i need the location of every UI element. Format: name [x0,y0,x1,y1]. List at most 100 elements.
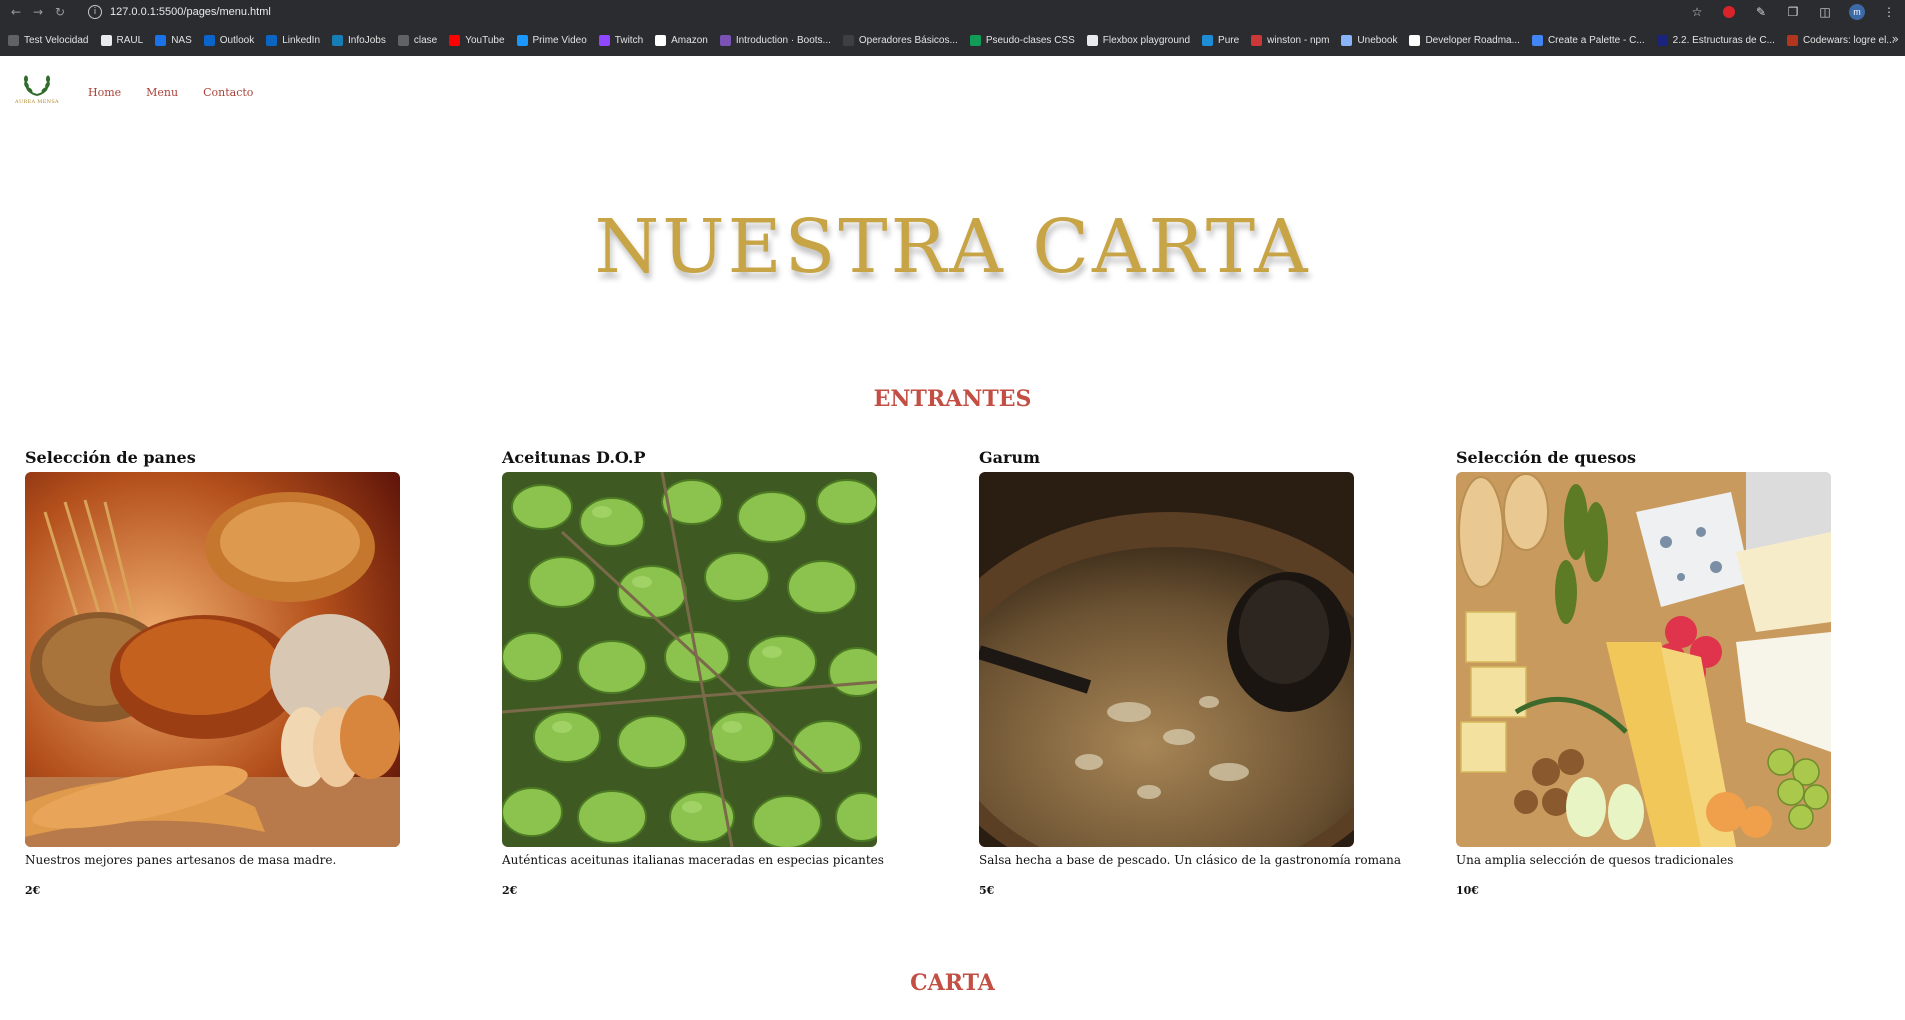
bookmark-label: Amazon [671,34,708,46]
nav-link-contacto[interactable]: Contacto [203,86,253,99]
bookmark-item[interactable]: Pure [1202,34,1240,46]
infojobs-icon [332,34,344,46]
bookmark-item[interactable]: clase [397,34,438,46]
bookmark-item[interactable]: Create a Palette - C... [1531,34,1645,46]
menu-item-card: Selección de quesos Una amplia selección… [1456,448,1856,897]
menu-item-price: 5€ [979,884,995,897]
operators-icon [842,34,854,46]
section-title-carta: CARTA [910,970,995,996]
bookmark-item[interactable]: Pseudo-clases CSS [969,34,1075,46]
bookmark-label: Introduction · Boots... [735,34,831,46]
olives-photo [502,472,877,847]
bookmark-label: Prime Video [532,34,587,46]
back-arrow-icon[interactable]: ← [6,2,26,22]
site-info-icon[interactable]: i [88,5,102,19]
more-menu-icon[interactable]: ⋮ [1881,4,1897,20]
bookmark-item[interactable]: YouTube [449,34,505,46]
bookmark-item[interactable]: Amazon [655,34,708,46]
bookmark-label: YouTube [465,34,505,46]
menu-item-title: Aceitunas D.O.P [502,448,646,467]
npm-icon [1251,34,1263,46]
bookmark-label: winston - npm [1267,34,1330,46]
section-title-entrantes: ENTRANTES [873,386,1032,412]
bookmark-item[interactable]: Prime Video [516,34,587,46]
menu-item-price: 2€ [25,884,41,897]
bookmark-label: clase [413,34,438,46]
bookmark-label: 2.2. Estructuras de C... [1672,34,1775,46]
menu-item-card: Garum Salsa hecha a base de pescado. Un … [979,448,1401,897]
bookmark-item[interactable]: RAUL [100,34,143,46]
eyedropper-icon[interactable]: ✎ [1753,4,1769,20]
profile-avatar[interactable]: m [1849,4,1865,20]
menu-item-description: Nuestros mejores panes artesanos de masa… [25,853,337,867]
prime-video-icon [516,34,528,46]
linkedin-icon [266,34,278,46]
nas-icon [155,34,167,46]
bookmark-label: Twitch [614,34,644,46]
cheese-board-photo [1456,472,1831,847]
bookmark-item[interactable]: Test Velocidad [8,34,89,46]
page-title: NUESTRA CARTA [594,204,1311,290]
bookmarks-overflow-icon[interactable]: » [1892,32,1899,46]
nav-link-menu[interactable]: Menu [146,86,178,99]
bookmark-item[interactable]: Unebook [1341,34,1398,46]
forward-arrow-icon[interactable]: → [28,2,48,22]
bookmark-item[interactable]: NAS [155,34,192,46]
site-logo[interactable]: AUREA MENSA [12,72,62,112]
menu-item-price: 2€ [502,884,518,897]
bookmark-item[interactable]: Introduction · Boots... [719,34,831,46]
menu-items-grid: Selección de panes Nuestros mejores pane… [25,448,1905,897]
extensions-puzzle-icon[interactable]: ❐ [1785,4,1801,20]
amazon-icon [655,34,667,46]
bookmark-item[interactable]: Outlook [203,34,254,46]
bookmark-item[interactable]: Operadores Básicos... [842,34,958,46]
twitch-icon [598,34,610,46]
bookmark-item[interactable]: Codewars: logre el... [1786,34,1895,46]
bookmark-label: Test Velocidad [24,34,89,46]
bookmark-label: InfoJobs [348,34,386,46]
speed-icon [8,34,19,46]
codewars-icon [1786,34,1798,46]
bookmark-label: Pseudo-clases CSS [985,34,1075,46]
menu-item-price: 10€ [1456,884,1479,897]
menu-item-title: Selección de quesos [1456,448,1637,467]
bookmark-label: Developer Roadma... [1425,34,1520,46]
palette-icon [1531,34,1543,46]
flexbox-icon [1086,34,1098,46]
browser-toolbar: ← → ↻ i 127.0.0.1:5500/pages/menu.html ☆… [0,0,1905,24]
unebook-icon [1341,34,1353,46]
bookmark-label: Pure [1218,34,1240,46]
bookmarks-bar: Test Velocidad RAUL NAS Outlook LinkedIn Info… [0,24,1905,56]
laurel-wreath-icon [24,75,50,96]
bookmark-item[interactable]: Twitch [598,34,644,46]
bookmark-star-icon[interactable]: ☆ [1689,4,1705,20]
nav-link-home[interactable]: Home [88,86,121,99]
page-icon [100,34,112,46]
doc-icon [1656,34,1668,46]
roadmap-icon [1409,34,1421,46]
bookmark-item[interactable]: Flexbox playground [1086,34,1190,46]
reload-icon[interactable]: ↻ [50,2,70,22]
bookmark-label: LinkedIn [282,34,321,46]
address-bar-url[interactable]: 127.0.0.1:5500/pages/menu.html [110,6,271,18]
address-bar[interactable]: i 127.0.0.1:5500/pages/menu.html [88,2,271,22]
bookmark-label: NAS [171,34,192,46]
page-viewport: AUREA MENSA Home Menu Contacto NUESTRA C… [0,56,1905,1020]
bootstrap-icon [719,34,731,46]
site-navbar: AUREA MENSA Home Menu Contacto [12,72,253,112]
bookmark-label: Codewars: logre el... [1802,34,1895,46]
logo-text: AUREA MENSA [15,99,59,105]
bookmark-item[interactable]: Developer Roadma... [1409,34,1520,46]
bookmark-item[interactable]: 2.2. Estructuras de C... [1656,34,1775,46]
menu-item-card: Aceitunas D.O.P Auténticas aceitunas ita… [502,448,902,897]
bookmark-item[interactable]: LinkedIn [266,34,321,46]
bookmark-item[interactable]: winston - npm [1251,34,1330,46]
bookmark-item[interactable]: InfoJobs [332,34,386,46]
youtube-icon [449,34,461,46]
side-panel-icon[interactable]: ◫ [1817,4,1833,20]
menu-item-description: Una amplia selección de quesos tradicion… [1456,853,1734,867]
bookmark-label: Unebook [1357,34,1398,46]
menu-item-title: Garum [979,448,1041,467]
extension-red-icon[interactable] [1721,4,1737,20]
outlook-icon [203,34,215,46]
